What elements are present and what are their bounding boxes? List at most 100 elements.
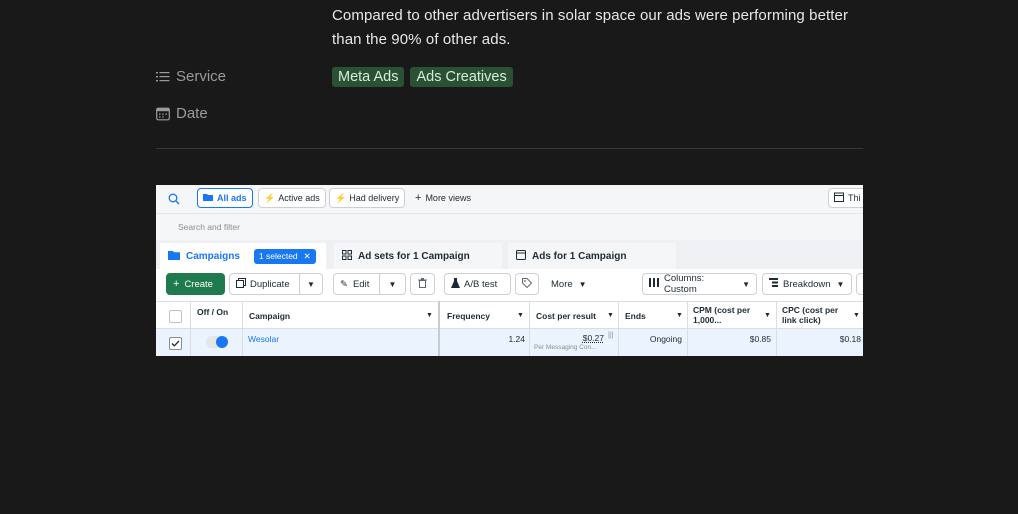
caret-down-icon: ▼ bbox=[742, 279, 750, 289]
duplicate-dropdown[interactable]: ▼ bbox=[299, 273, 323, 295]
search-icon[interactable] bbox=[168, 192, 180, 210]
active-ads-button[interactable]: ⚡ Active ads bbox=[258, 188, 326, 208]
sort-caret-icon[interactable]: ▼ bbox=[517, 312, 524, 319]
column-off-on[interactable]: Off / On bbox=[197, 307, 237, 317]
campaign-toggle[interactable] bbox=[206, 336, 228, 348]
list-icon bbox=[156, 70, 170, 84]
columns-button[interactable]: Columns: Custom ▼ bbox=[642, 273, 757, 295]
table-row[interactable]: Wesolar 1.24 $0.27 Per Messaging Con... … bbox=[156, 329, 863, 356]
columns-label: Columns: Custom bbox=[664, 273, 705, 295]
cost-per-result-sub: Per Messaging Con... bbox=[534, 344, 597, 351]
duplicate-button[interactable]: Duplicate bbox=[229, 273, 300, 295]
table-header: Off / On Campaign ▼ Frequency ▼ Cost per… bbox=[156, 301, 863, 329]
tag-meta-ads[interactable]: Meta Ads bbox=[332, 67, 405, 87]
tab-ads[interactable]: Ads for 1 Campaign bbox=[508, 243, 676, 269]
column-divider bbox=[529, 301, 530, 356]
breakdown-button[interactable]: Breakdown ▼ bbox=[762, 273, 852, 295]
edit-button[interactable]: ✎ Edit bbox=[333, 273, 380, 295]
column-divider bbox=[687, 301, 688, 356]
breakdown-label: Breakdown bbox=[783, 278, 831, 290]
had-delivery-label: Had delivery bbox=[349, 193, 400, 203]
folder-icon bbox=[203, 193, 213, 203]
level-tabs: Campaigns 1 selected ✕ Ad sets for 1 Camp… bbox=[156, 240, 863, 269]
column-cost-per-result[interactable]: Cost per result bbox=[536, 311, 596, 321]
tab-campaigns[interactable]: Campaigns 1 selected ✕ bbox=[160, 243, 326, 269]
description-text: Compared to other advertisers in solar s… bbox=[332, 7, 849, 48]
date-range-label: Thi bbox=[848, 193, 861, 203]
date-range-button[interactable]: Thi bbox=[828, 188, 863, 208]
calendar-icon bbox=[834, 192, 844, 204]
select-all-checkbox[interactable] bbox=[169, 310, 182, 323]
property-service[interactable]: Service bbox=[156, 68, 226, 85]
search-and-filter-field[interactable]: Search and filter bbox=[156, 213, 863, 240]
more-label: More bbox=[551, 278, 573, 290]
ads-manager-screenshot: All ads ⚡ Active ads ⚡ Had delivery + Mo… bbox=[156, 185, 863, 356]
campaign-name-link[interactable]: Wesolar bbox=[248, 334, 279, 344]
tab-ad-sets-label: Ad sets for 1 Campaign bbox=[358, 250, 470, 262]
had-delivery-button[interactable]: ⚡ Had delivery bbox=[329, 188, 406, 208]
active-ads-label: Active ads bbox=[278, 193, 320, 203]
column-divider bbox=[190, 301, 191, 356]
ads-toolbar: + Create Duplicate ▼ ✎ Edit ▼ A/B test M… bbox=[156, 269, 863, 301]
row-checkbox[interactable] bbox=[169, 337, 182, 350]
checkmark-icon bbox=[171, 340, 180, 347]
column-frequency[interactable]: Frequency bbox=[447, 311, 490, 321]
cost-per-result-value[interactable]: $0.27 bbox=[552, 333, 604, 343]
selected-count-label: 1 selected bbox=[258, 250, 298, 261]
columns-icon bbox=[649, 278, 659, 290]
duplicate-label: Duplicate bbox=[250, 278, 290, 290]
all-ads-label: All ads bbox=[217, 193, 247, 203]
column-ends[interactable]: Ends bbox=[625, 311, 646, 321]
property-label-service: Service bbox=[176, 68, 227, 85]
create-button[interactable]: + Create bbox=[166, 273, 225, 295]
search-placeholder: Search and filter bbox=[178, 222, 240, 232]
trash-icon bbox=[418, 277, 427, 291]
more-views-label: More views bbox=[425, 193, 471, 203]
cpm-value: $0.85 bbox=[749, 334, 771, 344]
tab-campaigns-label: Campaigns bbox=[186, 250, 240, 262]
ab-test-button[interactable]: A/B test bbox=[444, 273, 511, 295]
selected-count-badge[interactable]: 1 selected ✕ bbox=[253, 248, 316, 264]
divider bbox=[156, 148, 863, 149]
tag-icon bbox=[522, 277, 533, 291]
tab-ads-label: Ads for 1 Campaign bbox=[532, 250, 627, 262]
column-divider bbox=[776, 301, 777, 356]
sort-caret-icon[interactable]: ▼ bbox=[764, 312, 771, 319]
column-divider bbox=[618, 301, 619, 356]
sort-caret-icon[interactable]: ▼ bbox=[853, 312, 860, 319]
bars-icon: ||| bbox=[608, 332, 614, 339]
plus-icon: + bbox=[173, 278, 180, 290]
caret-down-icon: ▼ bbox=[578, 279, 587, 289]
breakdown-icon bbox=[769, 278, 778, 290]
frequency-value: 1.24 bbox=[508, 334, 525, 344]
ad-icon bbox=[516, 249, 526, 263]
overflow-button[interactable] bbox=[856, 273, 863, 295]
create-label: Create bbox=[184, 278, 213, 290]
sort-caret-icon[interactable]: ▼ bbox=[607, 312, 614, 319]
all-ads-button[interactable]: All ads bbox=[197, 188, 253, 208]
sort-caret-icon[interactable]: ▼ bbox=[676, 312, 683, 319]
delete-button[interactable] bbox=[410, 273, 435, 295]
cpc-value: $0.18 bbox=[839, 334, 861, 344]
tab-ad-sets[interactable]: Ad sets for 1 Campaign bbox=[334, 243, 502, 269]
grid-icon bbox=[342, 249, 352, 263]
edit-dropdown[interactable]: ▼ bbox=[379, 273, 406, 295]
more-button[interactable]: More ▼ bbox=[545, 273, 597, 295]
tag-button[interactable] bbox=[515, 273, 539, 295]
property-label-date: Date bbox=[176, 105, 208, 122]
plus-icon: + bbox=[415, 192, 422, 204]
caret-down-icon: ▼ bbox=[307, 279, 315, 289]
close-icon[interactable]: ✕ bbox=[304, 251, 311, 261]
folder-icon bbox=[168, 250, 180, 263]
ends-value: Ongoing bbox=[649, 334, 682, 344]
column-divider bbox=[438, 301, 440, 356]
more-views-button[interactable]: + More views bbox=[410, 188, 476, 208]
column-cpm[interactable]: CPM (cost per 1,000... bbox=[693, 305, 761, 325]
caret-down-icon: ▼ bbox=[388, 279, 397, 289]
property-date[interactable]: Date bbox=[156, 105, 208, 122]
lightning-icon: ⚡ bbox=[264, 192, 276, 203]
sort-caret-icon[interactable]: ▼ bbox=[426, 312, 433, 319]
column-campaign[interactable]: Campaign bbox=[249, 311, 290, 321]
column-cpc[interactable]: CPC (cost per link click) bbox=[782, 305, 848, 325]
tag-ads-creatives[interactable]: Ads Creatives bbox=[410, 67, 513, 87]
